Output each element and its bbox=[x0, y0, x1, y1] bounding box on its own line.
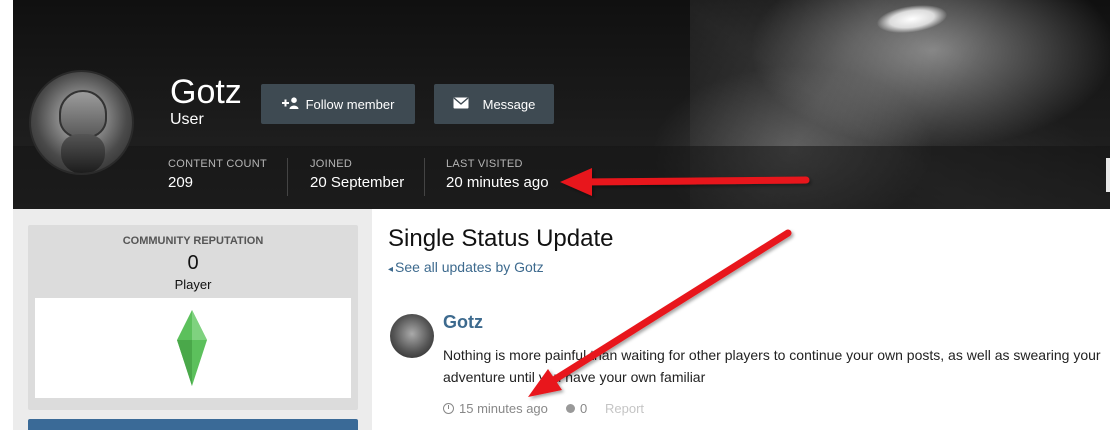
reputation-value: 0 bbox=[187, 252, 199, 274]
post-author-link[interactable]: Gotz bbox=[443, 312, 483, 333]
stat-joined: JOINED 20 September bbox=[310, 158, 404, 191]
report-label: Report bbox=[605, 401, 645, 416]
envelope-icon bbox=[453, 96, 469, 112]
stat-value: 20 September bbox=[310, 174, 405, 191]
stat-value: 209 bbox=[168, 174, 194, 191]
message-label: Message bbox=[482, 96, 536, 112]
avatar-helmet bbox=[59, 90, 107, 138]
profile-avatar[interactable] bbox=[29, 70, 134, 175]
post-reactions[interactable]: 0 bbox=[566, 401, 587, 416]
cover-edge-control[interactable] bbox=[1106, 158, 1110, 192]
page-title: Single Status Update bbox=[388, 225, 614, 252]
reputation-gem-icon bbox=[177, 310, 207, 386]
sidebar-next-block[interactable] bbox=[28, 419, 358, 430]
stat-divider bbox=[287, 158, 288, 196]
post-timestamp[interactable]: 15 minutes ago bbox=[443, 401, 548, 416]
stat-label: LAST VISITED bbox=[446, 158, 523, 170]
post-author-avatar[interactable] bbox=[390, 314, 434, 358]
stat-label: CONTENT COUNT bbox=[168, 158, 268, 170]
avatar-beard bbox=[61, 134, 105, 173]
post-time-text: 15 minutes ago bbox=[459, 401, 548, 416]
follow-member-button[interactable]: Follow member bbox=[261, 84, 415, 124]
profile-role: User bbox=[170, 111, 204, 128]
post-body: Nothing is more painful than waiting for… bbox=[443, 347, 1101, 385]
reputation-title: COMMUNITY REPUTATION bbox=[122, 235, 264, 247]
stat-label: JOINED bbox=[310, 158, 353, 170]
user-plus-icon bbox=[281, 96, 300, 112]
stat-content-count: CONTENT COUNT 209 bbox=[168, 158, 267, 191]
post-likes-count: 0 bbox=[580, 401, 588, 416]
profile-name: Gotz bbox=[170, 73, 242, 111]
stat-divider bbox=[424, 158, 425, 196]
reputation-level: Player bbox=[174, 277, 212, 292]
clock-icon bbox=[443, 403, 454, 414]
chevron-left-icon: ◂ bbox=[388, 264, 394, 275]
follow-member-label: Follow member bbox=[305, 96, 395, 112]
circle-icon bbox=[566, 404, 575, 413]
stat-value: 20 minutes ago bbox=[446, 174, 549, 191]
stat-last-visited: LAST VISITED 20 minutes ago bbox=[446, 158, 549, 191]
report-link[interactable]: Report bbox=[605, 401, 644, 416]
see-all-label: See all updates by Gotz bbox=[395, 259, 544, 275]
message-button[interactable]: Message bbox=[434, 84, 554, 124]
see-all-updates-link[interactable]: ◂ See all updates by Gotz bbox=[388, 259, 544, 275]
